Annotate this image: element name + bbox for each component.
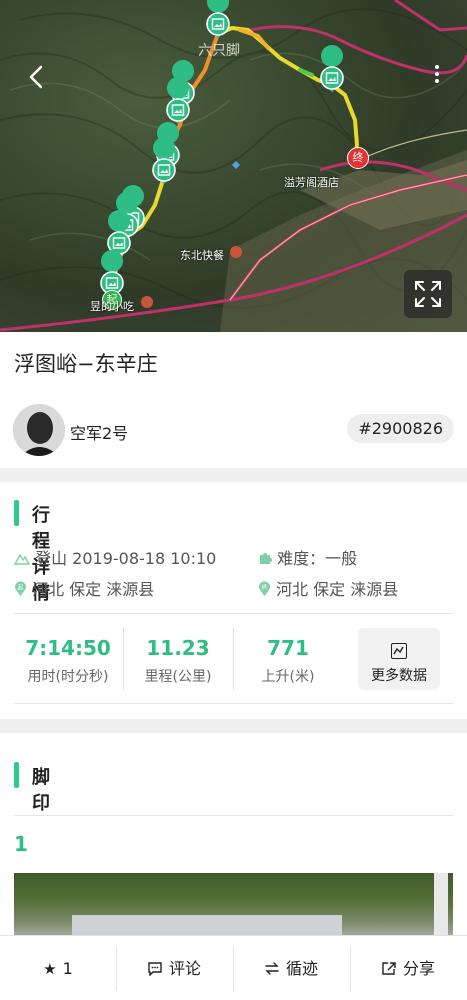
stat-duration: 7:14:50 用时(时分秒) xyxy=(13,636,123,686)
share-label: 分享 xyxy=(402,959,435,978)
comment-label: 评论 xyxy=(168,959,201,978)
start-tag-text: 起 xyxy=(17,584,23,592)
star-count: 1 xyxy=(62,959,73,978)
more-data-button[interactable]: 更多数据 xyxy=(358,628,440,690)
stat-ascent-label: 上升(米) xyxy=(261,669,315,685)
chart-icon xyxy=(391,643,407,659)
author-row[interactable]: 空军2号 #2900826 xyxy=(0,402,467,458)
stat-distance-value: 11.23 xyxy=(146,636,210,660)
share-button[interactable]: 分享 xyxy=(350,936,466,1000)
map-poi-start-area: 昱的小吃 xyxy=(90,300,134,313)
puzzle-icon xyxy=(260,553,272,564)
route-end-marker: 终 xyxy=(347,147,369,169)
section-divider xyxy=(0,468,467,482)
difficulty-info: 难度：一般 xyxy=(258,545,357,569)
photo-pins xyxy=(100,0,344,298)
footprints-heading-text: 脚印 xyxy=(32,767,50,814)
avatar[interactable] xyxy=(13,404,65,456)
stat-ascent: 771 上升(米) xyxy=(233,636,343,686)
start-location-info: 起 河北 保定 涞源县 xyxy=(14,576,154,600)
avatar-photo xyxy=(13,404,65,456)
map-poi-hotel: 溢芳阁酒店 xyxy=(284,176,339,189)
follow-track-button[interactable]: 循迹 xyxy=(233,936,349,1000)
end-tag-text: 终 xyxy=(261,584,267,592)
star-icon: ★ xyxy=(43,960,57,978)
heading-accent-bar xyxy=(14,762,19,788)
end-location-info: 终 河北 保定 涞源县 xyxy=(258,576,398,600)
more-data-label: 更多数据 xyxy=(371,668,427,684)
details-divider xyxy=(14,613,453,614)
photo-pole xyxy=(434,873,448,943)
comment-icon xyxy=(148,962,162,977)
expand-icon xyxy=(415,281,441,307)
stat-distance: 11.23 里程(公里) xyxy=(123,636,233,686)
start-location-pin-icon: 起 xyxy=(15,581,26,596)
fullscreen-button[interactable] xyxy=(404,270,452,318)
mountain-icon xyxy=(13,553,31,565)
map-poi-restaurant: 东北快餐 xyxy=(180,249,224,262)
activity-info: 登山 2019-08-18 10:10 xyxy=(13,545,217,569)
bottom-action-bar: ★ 1 评论 循迹 分享 xyxy=(0,935,467,1000)
heading-accent-bar xyxy=(14,500,19,526)
end-location-pin-icon: 终 xyxy=(259,581,270,596)
activity-text: 登山 2019-08-18 10:10 xyxy=(35,549,217,568)
footprints-divider xyxy=(14,815,453,816)
section-divider xyxy=(0,719,467,733)
star-button[interactable]: ★ 1 xyxy=(0,936,116,1000)
share-icon xyxy=(382,962,396,975)
author-name[interactable]: 空军2号 xyxy=(70,420,128,444)
photo-pin[interactable] xyxy=(206,0,230,39)
footprint-photo[interactable] xyxy=(14,873,453,943)
stat-duration-label: 用时(时分秒) xyxy=(27,669,109,685)
swap-icon xyxy=(265,962,279,975)
stats-divider xyxy=(14,703,453,704)
route-map[interactable]: 六只脚 起 终 溢芳阁酒店 东北快餐 昱的小吃 xyxy=(0,0,467,332)
trip-title: 浮图峪−东辛庄 xyxy=(14,352,158,376)
start-location-text: 河北 保定 涞源县 xyxy=(32,580,155,599)
stat-duration-value: 7:14:50 xyxy=(25,636,111,660)
difficulty-text: 难度：一般 xyxy=(277,549,358,568)
footprint-index: 1 xyxy=(14,832,28,856)
stat-ascent-value: 771 xyxy=(267,636,309,660)
photo-pin[interactable] xyxy=(320,44,344,93)
stat-distance-label: 里程(公里) xyxy=(144,669,212,685)
comment-button[interactable]: 评论 xyxy=(116,936,232,1000)
route-id-badge[interactable]: #2900826 xyxy=(347,414,454,443)
end-location-text: 河北 保定 涞源县 xyxy=(276,580,399,599)
follow-track-label: 循迹 xyxy=(285,959,318,978)
